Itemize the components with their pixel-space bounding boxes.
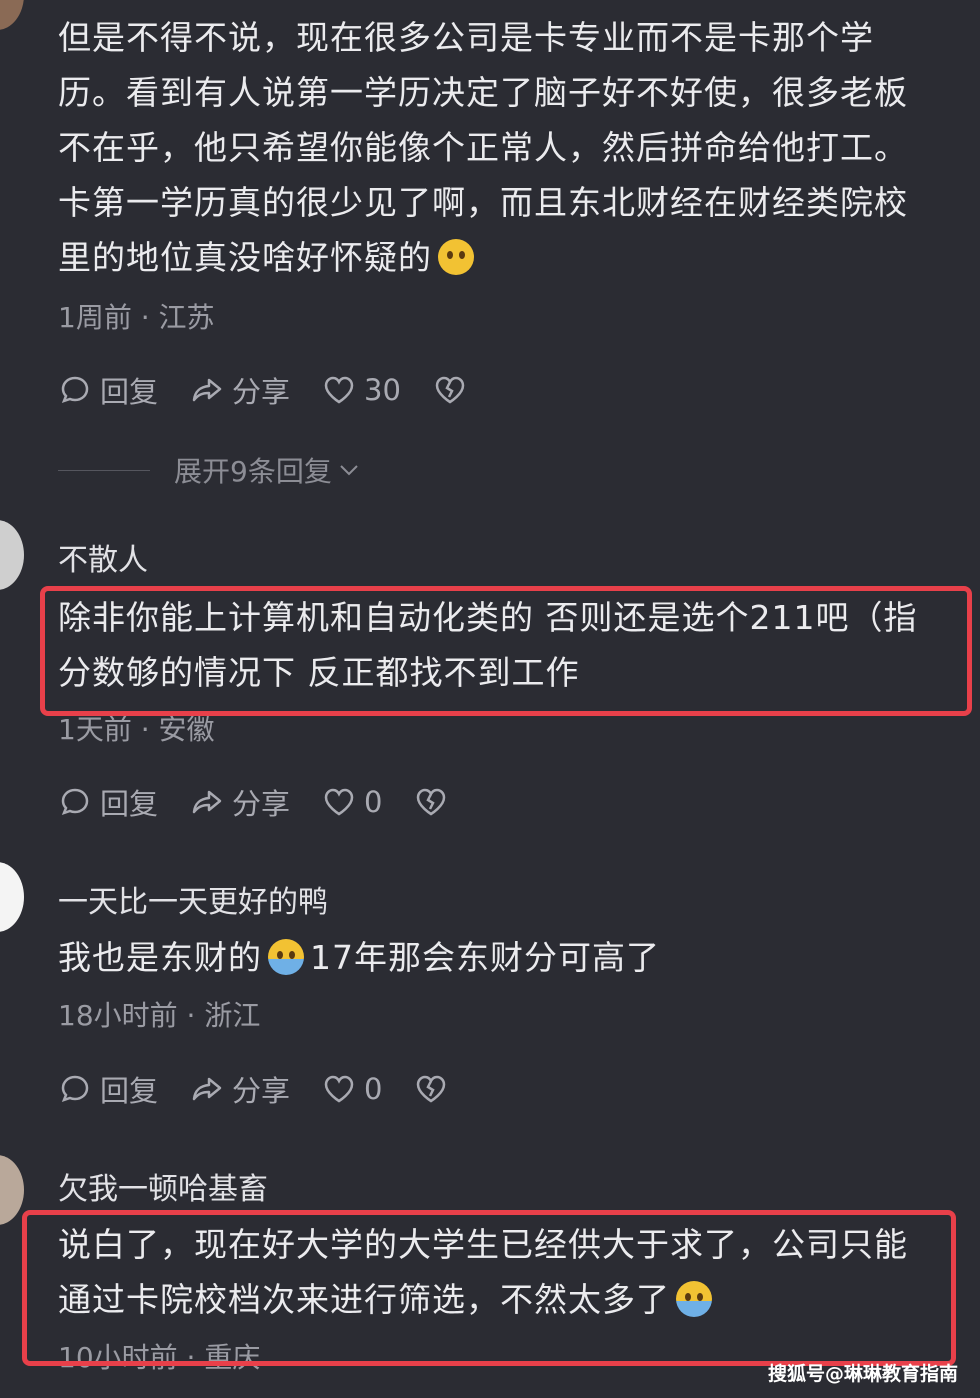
username[interactable]: 一天比一天更好的鸭 xyxy=(58,877,328,921)
avatar[interactable] xyxy=(0,520,24,590)
dislike-button[interactable] xyxy=(433,373,473,407)
avatar[interactable] xyxy=(0,0,24,30)
reply-button[interactable]: 回复 xyxy=(58,781,158,823)
reply-button[interactable]: 回复 xyxy=(58,369,158,411)
dislike-button[interactable] xyxy=(414,1072,454,1106)
dislike-button[interactable] xyxy=(414,785,454,819)
like-button[interactable]: 0 xyxy=(322,1072,382,1106)
share-icon xyxy=(192,790,222,814)
like-button[interactable]: 30 xyxy=(322,373,401,407)
username[interactable]: 不散人 xyxy=(58,535,148,579)
broken-heart-icon xyxy=(417,1075,446,1103)
reply-button[interactable]: 回复 xyxy=(58,1068,158,1110)
comment-actions: 回复 分享 0 xyxy=(58,1069,486,1109)
share-icon xyxy=(192,1077,222,1101)
pleading-face-emoji-icon xyxy=(438,239,474,275)
comment-text: 我也是东财的 17年那会东财分可高了 xyxy=(58,938,660,977)
comment-actions: 回复 分享 0 xyxy=(58,782,486,822)
avatar[interactable] xyxy=(0,1155,24,1225)
highlight-box xyxy=(40,586,972,716)
comment-actions: 回复 分享 30 xyxy=(58,370,505,410)
comment-icon xyxy=(61,788,89,816)
chevron-down-icon xyxy=(340,465,358,476)
heart-icon xyxy=(324,1075,354,1103)
crying-emoji-icon xyxy=(268,939,304,975)
divider xyxy=(58,469,150,471)
share-button[interactable]: 分享 xyxy=(190,369,290,411)
comment-text: 但是不得不说，现在很多公司是卡专业而不是卡那个学历。看到有人说第一学历决定了脑子… xyxy=(58,18,908,277)
highlight-box xyxy=(22,1210,956,1366)
share-button[interactable]: 分享 xyxy=(190,1068,290,1110)
heart-icon xyxy=(324,788,354,816)
avatar[interactable] xyxy=(0,862,24,932)
watermark: 搜狐号@琳琳教育指南 xyxy=(767,1363,958,1385)
like-button[interactable]: 0 xyxy=(322,785,382,819)
broken-heart-icon xyxy=(417,788,446,816)
username[interactable]: 欠我一顿哈基畜 xyxy=(58,1164,268,1208)
share-button[interactable]: 分享 xyxy=(190,781,290,823)
comment-meta: 18小时前 · 浙江 xyxy=(58,999,261,1032)
expand-replies-button[interactable]: 展开9条回复 xyxy=(58,450,360,490)
heart-icon xyxy=(324,376,354,404)
comment-icon xyxy=(61,1075,89,1103)
comment-meta: 1周前 · 江苏 xyxy=(58,301,215,334)
comment-icon xyxy=(61,376,89,404)
share-icon xyxy=(192,378,222,402)
broken-heart-icon xyxy=(435,376,465,404)
